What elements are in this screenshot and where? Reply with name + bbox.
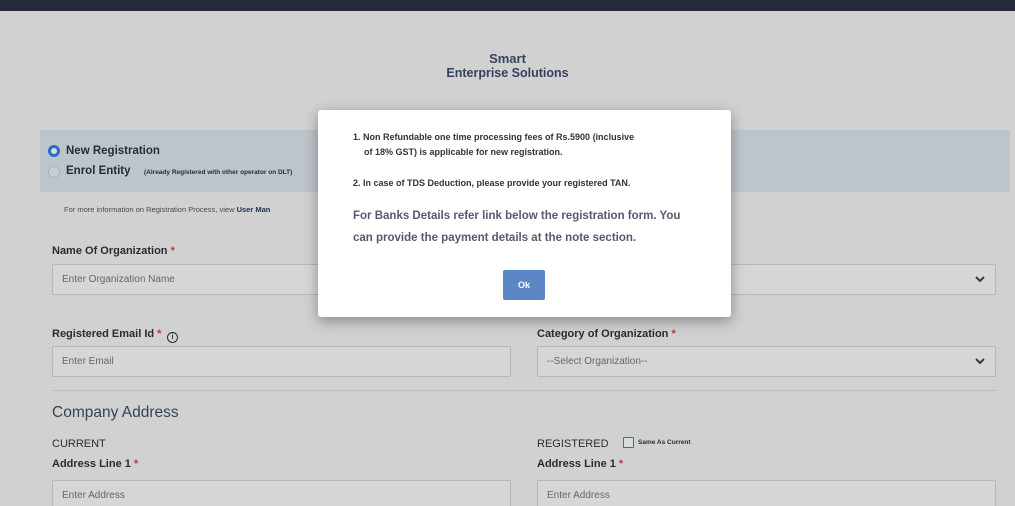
modal-fee-line-1: 1. Non Refundable one time processing fe…	[353, 132, 635, 142]
modal-fee-line-2: of 18% GST) is applicable for new regist…	[364, 147, 563, 157]
fee-notice-modal: 1. Non Refundable one time processing fe…	[318, 110, 731, 317]
modal-tds-line: 2. In case of TDS Deduction, please prov…	[353, 178, 631, 188]
modal-bank-line-2: can provide the payment details at the n…	[353, 232, 637, 244]
ok-button[interactable]: Ok	[503, 270, 545, 300]
modal-bank-line-1: For Banks Details refer link below the r…	[353, 210, 681, 222]
